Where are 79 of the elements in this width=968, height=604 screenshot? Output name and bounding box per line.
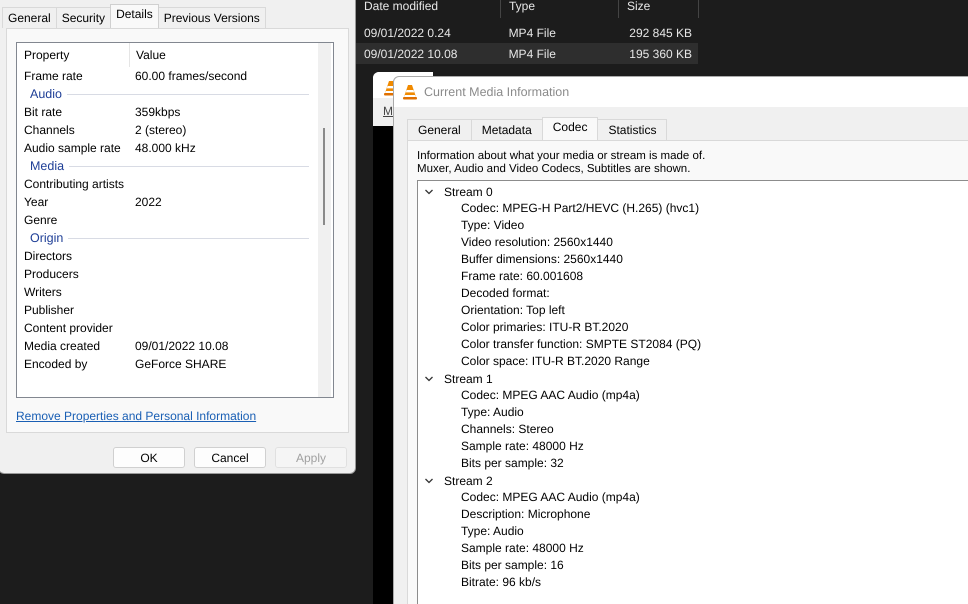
column-header[interactable]: Property [24, 43, 129, 67]
property-name: Writers [24, 285, 63, 299]
scrollbar-thumb[interactable] [323, 128, 325, 225]
tab[interactable]: Statistics [597, 119, 668, 140]
tree-item[interactable]: Type: Video [418, 217, 968, 234]
property-name: Media created [24, 339, 102, 353]
property-name: Producers [24, 267, 80, 281]
tree-item[interactable]: Stream 2 [444, 474, 493, 488]
file-row[interactable]: 09/01/2022 0.24 MP4 File 292 845 KB [356, 22, 698, 43]
column-header[interactable]: Size [619, 0, 699, 18]
group-header: Origin [30, 231, 64, 245]
tree-item[interactable]: Decoded format: [418, 285, 968, 302]
group-header: Media [30, 159, 64, 173]
tree-item[interactable]: Orientation: Top left [418, 302, 968, 319]
tree-item[interactable]: Bits per sample: 16 [418, 557, 968, 574]
table-cell-text: 195 360 KB [628, 46, 694, 60]
tree-item[interactable]: Frame rate: 60.001608 [418, 268, 968, 285]
column-header[interactable]: Value [129, 43, 309, 67]
table-cell-text: 09/01/2022 0.24 [363, 26, 452, 40]
tree-item[interactable]: Color primaries: ITU-R BT.2020 [418, 319, 968, 336]
tree-item[interactable]: Color transfer function: SMPTE ST2084 (PQ) [418, 336, 968, 353]
tree-item[interactable]: Codec: MPEG-H Part2/HEVC (H.265) (hvc1) [418, 200, 968, 217]
property-value: 2 (stereo) [134, 123, 186, 137]
property-name: Year [24, 195, 50, 209]
tree-item[interactable]: Buffer dimensions: 2560x1440 [418, 251, 968, 268]
tree-item[interactable]: Color space: ITU-R BT.2020 Range [418, 353, 968, 370]
property-value: 60.00 frames/second [134, 69, 248, 83]
chevron-down-icon[interactable] [424, 186, 434, 196]
tree-item[interactable]: Type: Audio [418, 523, 968, 540]
table-cell-text: 09/01/2022 10.08 [363, 46, 458, 60]
window-title: Current Media Information [424, 85, 570, 99]
dialog-button[interactable]: OK [113, 447, 185, 468]
property-name: Contributing artists [24, 177, 126, 191]
column-header[interactable]: Type [501, 0, 619, 18]
tab[interactable]: Previous Versions [158, 7, 266, 28]
tab[interactable]: Details [110, 4, 159, 28]
chevron-down-icon[interactable] [424, 374, 434, 384]
table-cell-text: MP4 File [508, 26, 557, 40]
property-name: Publisher [24, 303, 76, 317]
tree-item[interactable]: Sample rate: 48000 Hz [418, 438, 968, 455]
property-name: Content provider [24, 321, 114, 335]
property-value: 2022 [134, 195, 162, 209]
tree-item[interactable]: Bits per sample: 32 [418, 455, 968, 472]
tab[interactable]: General [407, 119, 472, 140]
tree-item[interactable]: Codec: MPEG AAC Audio (mp4a) [418, 387, 968, 404]
tree-item[interactable]: Bitrate: 96 kb/s [418, 574, 968, 591]
tree-item[interactable]: Video resolution: 2560x1440 [418, 234, 968, 251]
table-cell-text: 292 845 KB [628, 26, 694, 40]
tab[interactable]: Codec [542, 117, 598, 140]
chevron-down-icon[interactable] [424, 476, 434, 486]
property-value: 48.000 kHz [134, 141, 196, 155]
property-name: Bit rate [24, 105, 64, 119]
tree-item[interactable]: Codec: MPEG AAC Audio (mp4a) [418, 489, 968, 506]
property-value: 359kbps [134, 105, 180, 119]
group-header: Audio [30, 87, 62, 101]
description-text: Information about what your media or stream is made of. [417, 150, 706, 163]
file-row[interactable]: 09/01/2022 10.08 MP4 File 195 360 KB [356, 43, 698, 64]
tree-item[interactable]: Channels: Stereo [418, 421, 968, 438]
property-value: 09/01/2022 10.08 [134, 339, 228, 353]
tree-item[interactable]: Stream 0 [444, 184, 493, 198]
tree-item[interactable]: Type: Audio [418, 404, 968, 421]
tree-item[interactable]: Stream 1 [444, 372, 493, 386]
cone-icon [402, 84, 418, 100]
property-name: Encoded by [24, 357, 88, 371]
menu-item[interactable]: M [383, 104, 393, 118]
property-name: Channels [24, 123, 76, 137]
remove-properties-link[interactable]: Remove Properties and Personal Information [16, 409, 256, 423]
tree-item[interactable]: Description: Microphone [418, 506, 968, 523]
dialog-button[interactable]: Cancel [194, 447, 266, 468]
property-name: Directors [24, 249, 74, 263]
property-value: GeForce SHARE [134, 357, 226, 371]
property-name: Genre [24, 213, 58, 227]
table-cell-text: MP4 File [508, 46, 557, 60]
property-name: Audio sample rate [24, 141, 122, 155]
scrollbar[interactable] [318, 43, 331, 397]
property-name: Frame rate [24, 69, 84, 83]
description-text: Muxer, Audio and Video Codecs, Subtitles are shown. [417, 163, 692, 176]
tab[interactable]: General [2, 7, 57, 28]
tree-item[interactable]: Sample rate: 48000 Hz [418, 540, 968, 557]
